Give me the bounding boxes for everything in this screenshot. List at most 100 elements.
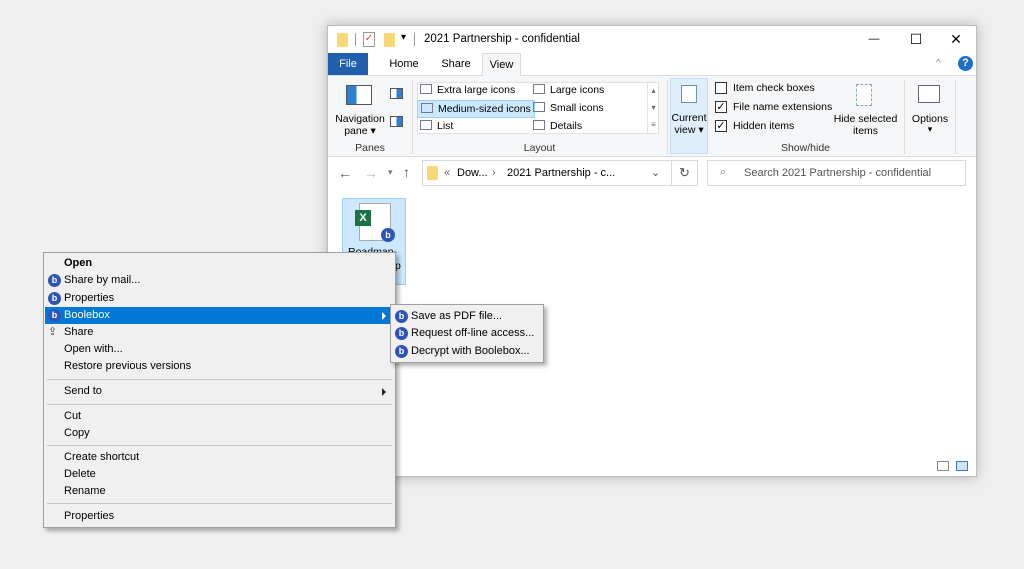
menu-item-rename[interactable]: Rename [45,483,394,500]
boolebox-overlay-icon: b [381,228,395,242]
label: Rename [64,485,106,497]
hide-selected-items-button[interactable]: Hide selected items [828,78,903,138]
collapse-ribbon-icon[interactable]: ^ [936,58,941,69]
menu-item-boolebox-properties[interactable]: b Properties [45,290,394,307]
checkbox[interactable] [715,82,727,94]
menu-item-open-with[interactable]: Open with... [45,341,394,358]
tab-home[interactable]: Home [378,53,430,75]
menu-item-restore-previous-versions[interactable]: Restore previous versions [45,358,394,375]
current-view-button[interactable]: Current view ▾ [670,78,708,154]
label: Hidden items [733,120,795,132]
label: Save as PDF file... [411,310,503,322]
label: Properties [64,292,115,304]
label: Medium-sized icons [438,103,531,115]
current-view-label-2: view ▾ [674,124,704,136]
help-icon[interactable]: ? [958,56,973,71]
search-box[interactable]: ⌕ Search 2021 Partnership - confidential [707,160,966,186]
breadcrumb-current[interactable]: 2021 Partnership - c... [507,167,615,179]
breadcrumb-overflow[interactable]: « [444,167,450,179]
boolebox-submenu: b Save as PDF file... b Request off-line a… [390,304,544,363]
navigation-pane-dropdown[interactable]: pane ▾ [334,125,386,137]
share-icon: ⇪ [48,326,58,338]
address-dropdown-icon[interactable]: ⌄ [651,166,660,179]
layout-medium-icons[interactable]: Medium-sized icons [417,100,535,118]
properties-quick-icon[interactable]: ✓ [363,32,375,47]
divider [414,33,415,46]
layout-extra-large-icons[interactable]: Extra large icons [420,84,515,96]
quick-access-dropdown-icon[interactable]: ▾ [401,32,406,43]
boolebox-icon: b [48,309,61,322]
divider [955,80,956,154]
boolebox-offline-icon: b [395,327,408,340]
layout-list[interactable]: List [420,120,453,132]
label: Send to [64,385,102,397]
layout-gallery-scroll[interactable]: ▴ ▾ ≡ [647,82,659,134]
layout-small-icons[interactable]: Small icons [533,102,604,114]
divider [47,445,392,446]
label: Cut [64,410,82,422]
menu-item-delete[interactable]: Delete [45,466,394,483]
group-label-show-hide: Show/hide [780,142,831,154]
forward-button[interactable]: → [364,165,378,181]
search-placeholder: Search 2021 Partnership - confidential [744,167,932,179]
close-button[interactable]: ✕ [941,28,971,50]
menu-item-copy[interactable]: Copy [45,425,394,442]
menu-item-create-shortcut[interactable]: Create shortcut [45,449,394,466]
menu-item-share-by-mail[interactable]: b Share by mail... [45,272,394,289]
minimize-button[interactable]: — [859,28,889,50]
options-button[interactable]: Options ▾ [906,78,954,138]
large-icons-view-icon[interactable] [956,461,968,471]
boolebox-pdf-icon: b [395,310,408,323]
tab-share[interactable]: Share [432,53,480,75]
divider [355,33,356,46]
menu-item-open[interactable]: Open [45,255,394,272]
label: Properties [64,510,115,522]
label: Delete [64,468,96,480]
menu-item-cut[interactable]: Cut [45,408,394,425]
label: Share by mail... [64,274,141,286]
menu-item-share[interactable]: ⇪ Share [45,324,394,341]
address-bar[interactable]: « Dow... › 2021 Partnership - c... ⌄ [422,160,672,186]
details-view-icon[interactable] [937,461,949,471]
context-menu: Open b Share by mail... b Properties b Bool… [43,252,396,528]
navigation-pane-icon[interactable] [346,85,372,105]
options-dropdown-icon: ▾ [927,124,933,134]
checkbox-checked[interactable]: ✓ [715,101,727,113]
maximize-button[interactable]: ☐ [901,28,931,50]
details-icon [533,120,545,130]
menu-item-send-to[interactable]: Send to [45,383,394,400]
submenu-item-save-as-pdf[interactable]: b Save as PDF file... [392,308,542,325]
divider [47,379,392,380]
recent-locations-icon[interactable]: ▾ [388,167,393,178]
details-pane-icon[interactable] [390,116,403,127]
label: Small icons [550,102,604,114]
extra-large-icons-icon [420,84,432,94]
label: Hide selected [833,113,898,125]
boolebox-mail-icon: b [48,274,61,287]
label: Copy [64,427,90,439]
navigation-pane-button[interactable]: Navigation [334,113,386,125]
menu-item-properties[interactable]: Properties [45,508,394,525]
layout-large-icons[interactable]: Large icons [533,84,604,96]
breadcrumb-downloads[interactable]: Dow... [457,167,488,179]
label: Decrypt with Boolebox... [411,345,530,357]
new-folder-quick-icon[interactable] [384,33,395,47]
tab-view[interactable]: View [482,53,521,76]
back-button[interactable]: ← [338,165,352,181]
menu-item-boolebox[interactable]: b Boolebox [45,307,394,324]
layout-details[interactable]: Details [533,120,582,132]
divider [904,80,905,154]
small-icons-icon [533,102,545,112]
ribbon: Navigation pane ▾ Panes Extra large icon… [328,75,976,157]
folder-icon [427,166,438,180]
refresh-button[interactable]: ↻ [671,160,698,186]
preview-pane-icon[interactable] [390,88,403,99]
up-button[interactable]: ↑ [403,164,410,180]
checkbox-checked[interactable]: ✓ [715,120,727,132]
tab-file[interactable]: File [328,53,368,75]
label: File name extensions [733,101,833,113]
submenu-item-decrypt[interactable]: b Decrypt with Boolebox... [392,343,542,360]
label: Open with... [64,343,123,355]
search-icon: ⌕ [720,166,727,178]
submenu-item-request-offline-access[interactable]: b Request off-line access... [392,325,542,342]
